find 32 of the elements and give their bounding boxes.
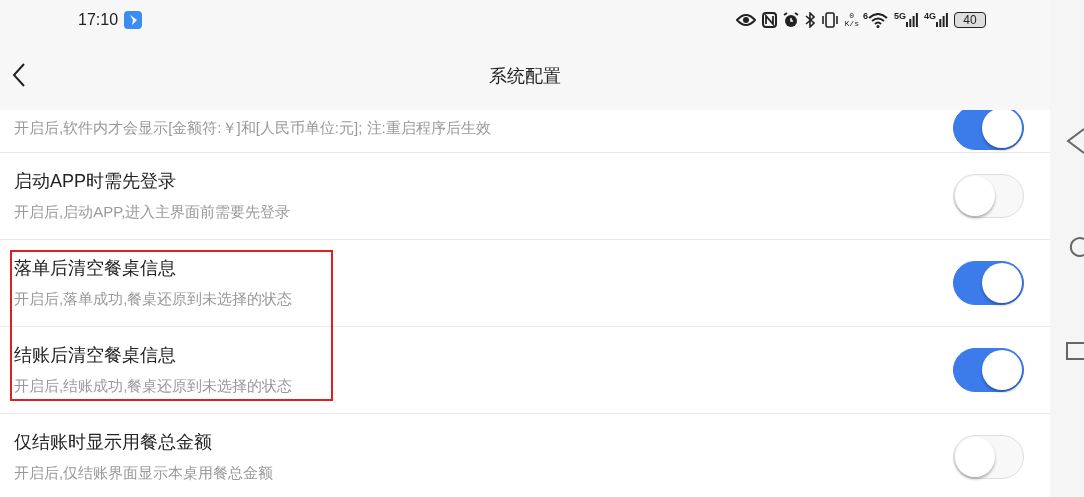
signal-icon — [936, 13, 948, 27]
back-icon[interactable] — [12, 63, 26, 87]
toggle-switch[interactable] — [953, 110, 1024, 150]
toggle-switch[interactable] — [953, 261, 1024, 305]
page-title: 系统配置 — [489, 63, 561, 88]
setting-description: 开启后,软件内才会显示[金额符:￥]和[人民币单位:元]; 注:重启程序后生效 — [14, 118, 492, 138]
status-time: 17:10 — [78, 10, 119, 30]
setting-title: 启动APP时需先登录 — [14, 170, 178, 192]
nav-recent-icon[interactable] — [1066, 342, 1084, 360]
network-type: 5G — [893, 10, 906, 23]
nfc-icon — [761, 12, 777, 28]
eye-icon — [735, 14, 756, 26]
toggle-switch[interactable] — [953, 348, 1024, 392]
app-notification-icon — [124, 11, 143, 29]
bluetooth-icon — [804, 12, 815, 28]
nav-back-icon[interactable] — [1066, 128, 1084, 154]
wifi-icon — [867, 12, 888, 28]
net-speed-value: 0 — [849, 12, 855, 20]
vibrate-icon — [820, 12, 839, 28]
setting-description: 开启后,结账成功,餐桌还原到未选择的状态 — [14, 376, 294, 396]
signal-icon — [906, 13, 918, 27]
setting-description: 开启后,仅结账界面显示本桌用餐总金额 — [14, 463, 275, 483]
setting-description: 开启后,启动APP,进入主界面前需要先登录 — [14, 202, 292, 222]
setting-title: 落单后清空餐桌信息 — [14, 257, 177, 279]
battery-indicator: 40 — [954, 12, 986, 28]
setting-title: 结账后清空餐桌信息 — [14, 344, 177, 366]
wifi-generation-label: 6 — [862, 10, 868, 23]
alarm-icon — [782, 12, 799, 28]
setting-title: 仅结账时显示用餐总金额 — [14, 431, 213, 453]
setting-description: 开启后,落单成功,餐桌还原到未选择的状态 — [14, 289, 294, 309]
network-type: 4G — [924, 10, 936, 23]
net-speed-unit: K/s — [844, 20, 859, 28]
